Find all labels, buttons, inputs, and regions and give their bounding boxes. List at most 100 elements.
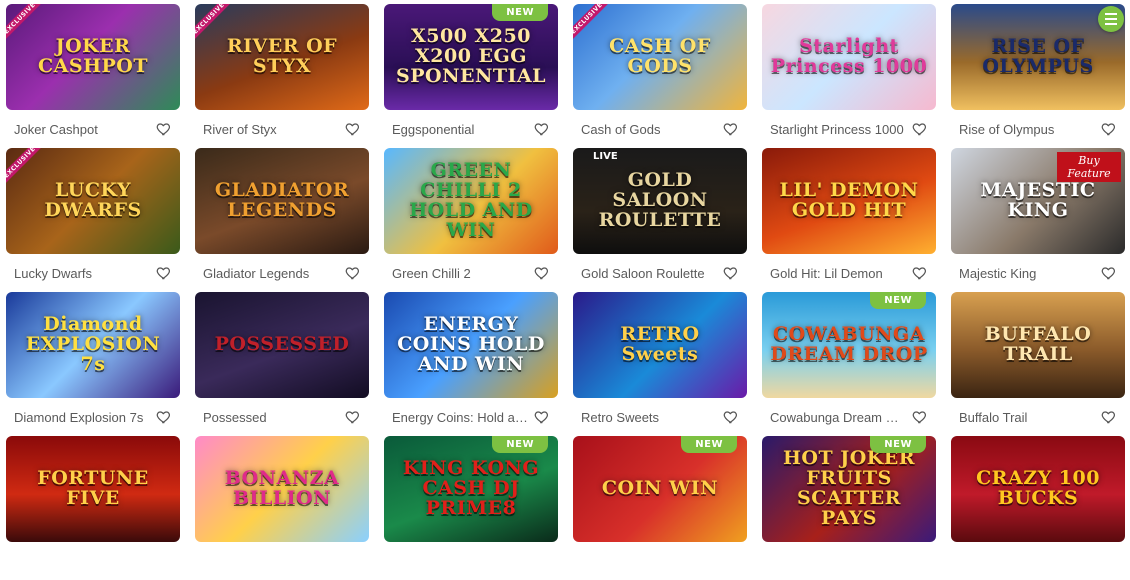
game-title[interactable]: Gold Saloon Roulette: [581, 266, 705, 281]
game-title[interactable]: Diamond Explosion 7s: [14, 410, 143, 425]
game-thumbnail[interactable]: JOKER CASHPOT EXCLUSIVE: [6, 4, 180, 110]
game-thumbnail[interactable]: KING KONG CASH DJ PRIME8 NEW: [384, 436, 558, 542]
game-title[interactable]: Green Chilli 2: [392, 266, 471, 281]
game-title[interactable]: Eggsponential: [392, 122, 474, 137]
favorite-heart-icon[interactable]: [912, 409, 928, 425]
game-title[interactable]: Cowabunga Dream Drop: [770, 410, 908, 425]
favorite-heart-icon[interactable]: [723, 121, 739, 137]
game-thumbnail[interactable]: GLADIATOR LEGENDS: [195, 148, 369, 254]
game-meta: Lucky Dwarfs: [6, 254, 180, 292]
game-card[interactable]: Starlight Princess 1000 Starlight Princes…: [762, 4, 936, 148]
game-logo: RISE OF OLYMPUS: [982, 35, 1094, 77]
game-card[interactable]: COWABUNGA DREAM DROP NEW Cowabunga Dream D…: [762, 292, 936, 436]
game-card[interactable]: CRAZY 100 BUCKS: [951, 436, 1125, 580]
game-card[interactable]: KING KONG CASH DJ PRIME8 NEW: [384, 436, 558, 580]
game-title[interactable]: Energy Coins: Hold and Win: [392, 410, 530, 425]
game-title[interactable]: Majestic King: [959, 266, 1036, 281]
game-card[interactable]: X500 X250 X200 EGG SPONENTIAL NEW Eggspone…: [384, 4, 558, 148]
game-meta: Cowabunga Dream Drop: [762, 398, 936, 436]
game-meta: Diamond Explosion 7s: [6, 398, 180, 436]
game-card[interactable]: MAJESTIC KING Buy Feature Majestic King: [951, 148, 1125, 292]
game-thumbnail[interactable]: RETRO Sweets: [573, 292, 747, 398]
game-title[interactable]: Cash of Gods: [581, 122, 661, 137]
game-thumbnail[interactable]: LIL' DEMON GOLD HIT: [762, 148, 936, 254]
game-card[interactable]: RETRO Sweets Retro Sweets: [573, 292, 747, 436]
game-title[interactable]: Retro Sweets: [581, 410, 659, 425]
game-card[interactable]: HOT JOKER FRUITS SCATTER PAYS NEW: [762, 436, 936, 580]
favorite-heart-icon[interactable]: [345, 121, 361, 137]
game-logo: COIN WIN: [601, 477, 719, 500]
game-art: BUFFALO TRAIL: [951, 292, 1125, 398]
game-thumbnail[interactable]: MAJESTIC KING Buy Feature: [951, 148, 1125, 254]
game-card[interactable]: CASH OF GODS EXCLUSIVE Cash of Gods: [573, 4, 747, 148]
game-title[interactable]: River of Styx: [203, 122, 277, 137]
game-card[interactable]: LUCKY DWARFS EXCLUSIVE Lucky Dwarfs: [6, 148, 180, 292]
game-title[interactable]: Rise of Olympus: [959, 122, 1054, 137]
game-thumbnail[interactable]: Diamond EXPLOSION 7s: [6, 292, 180, 398]
game-card[interactable]: POSSESSED Possessed: [195, 292, 369, 436]
game-grid: JOKER CASHPOT EXCLUSIVE Joker Cashpot RIVER…: [6, 4, 1125, 580]
game-thumbnail[interactable]: COIN WIN NEW: [573, 436, 747, 542]
game-thumbnail[interactable]: HOT JOKER FRUITS SCATTER PAYS NEW: [762, 436, 936, 542]
game-card[interactable]: JOKER CASHPOT EXCLUSIVE Joker Cashpot: [6, 4, 180, 148]
game-title[interactable]: Buffalo Trail: [959, 410, 1027, 425]
game-title[interactable]: Gladiator Legends: [203, 266, 309, 281]
favorite-heart-icon[interactable]: [1101, 409, 1117, 425]
live-tag: LIVE: [593, 151, 618, 162]
game-logo: ENERGY COINS HOLD AND WIN: [397, 313, 545, 375]
menu-button[interactable]: [1098, 6, 1124, 32]
game-title[interactable]: Lucky Dwarfs: [14, 266, 92, 281]
game-card[interactable]: GREEN CHILLI 2 HOLD AND WIN Green Chilli …: [384, 148, 558, 292]
game-title[interactable]: Joker Cashpot: [14, 122, 98, 137]
favorite-heart-icon[interactable]: [345, 265, 361, 281]
game-thumbnail[interactable]: LUCKY DWARFS EXCLUSIVE: [6, 148, 180, 254]
favorite-heart-icon[interactable]: [723, 409, 739, 425]
game-card[interactable]: GOLD SALOON ROULETTE LIVE Gold Saloon Roul…: [573, 148, 747, 292]
game-thumbnail[interactable]: FORTUNE FIVE: [6, 436, 180, 542]
favorite-heart-icon[interactable]: [156, 265, 172, 281]
favorite-heart-icon[interactable]: [1101, 265, 1117, 281]
game-logo: X500 X250 X200 EGG SPONENTIAL: [396, 25, 546, 87]
game-card[interactable]: LIL' DEMON GOLD HIT Gold Hit: Lil Demon: [762, 148, 936, 292]
game-thumbnail[interactable]: CASH OF GODS EXCLUSIVE: [573, 4, 747, 110]
game-title[interactable]: Gold Hit: Lil Demon: [770, 266, 883, 281]
game-logo: MAJESTIC KING: [980, 179, 1096, 221]
favorite-heart-icon[interactable]: [723, 265, 739, 281]
favorite-heart-icon[interactable]: [156, 409, 172, 425]
game-meta: Buffalo Trail: [951, 398, 1125, 436]
game-card[interactable]: BONANZA BILLION: [195, 436, 369, 580]
game-card[interactable]: Diamond EXPLOSION 7s Diamond Explosion 7s: [6, 292, 180, 436]
game-thumbnail[interactable]: ENERGY COINS HOLD AND WIN: [384, 292, 558, 398]
game-art: Starlight Princess 1000: [762, 4, 936, 110]
game-art: BONANZA BILLION: [195, 436, 369, 542]
favorite-heart-icon[interactable]: [345, 409, 361, 425]
game-thumbnail[interactable]: Starlight Princess 1000: [762, 4, 936, 110]
game-title[interactable]: Possessed: [203, 410, 267, 425]
game-card[interactable]: ENERGY COINS HOLD AND WIN Energy Coins: H…: [384, 292, 558, 436]
game-art: JOKER CASHPOT: [6, 4, 180, 110]
game-thumbnail[interactable]: BONANZA BILLION: [195, 436, 369, 542]
game-card[interactable]: COIN WIN NEW: [573, 436, 747, 580]
favorite-heart-icon[interactable]: [534, 265, 550, 281]
game-card[interactable]: GLADIATOR LEGENDS Gladiator Legends: [195, 148, 369, 292]
game-thumbnail[interactable]: GOLD SALOON ROULETTE LIVE: [573, 148, 747, 254]
favorite-heart-icon[interactable]: [156, 121, 172, 137]
game-card[interactable]: BUFFALO TRAIL Buffalo Trail: [951, 292, 1125, 436]
game-card[interactable]: FORTUNE FIVE: [6, 436, 180, 580]
game-thumbnail[interactable]: RIVER OF STYX EXCLUSIVE: [195, 4, 369, 110]
game-logo: CRAZY 100 BUCKS: [976, 467, 1100, 509]
favorite-heart-icon[interactable]: [534, 409, 550, 425]
game-thumbnail[interactable]: POSSESSED: [195, 292, 369, 398]
game-thumbnail[interactable]: BUFFALO TRAIL: [951, 292, 1125, 398]
game-art: LIL' DEMON GOLD HIT: [762, 148, 936, 254]
game-title[interactable]: Starlight Princess 1000: [770, 122, 904, 137]
game-thumbnail[interactable]: X500 X250 X200 EGG SPONENTIAL NEW: [384, 4, 558, 110]
favorite-heart-icon[interactable]: [1101, 121, 1117, 137]
game-thumbnail[interactable]: GREEN CHILLI 2 HOLD AND WIN: [384, 148, 558, 254]
game-thumbnail[interactable]: CRAZY 100 BUCKS: [951, 436, 1125, 542]
favorite-heart-icon[interactable]: [912, 265, 928, 281]
game-card[interactable]: RIVER OF STYX EXCLUSIVE River of Styx: [195, 4, 369, 148]
game-thumbnail[interactable]: COWABUNGA DREAM DROP NEW: [762, 292, 936, 398]
favorite-heart-icon[interactable]: [534, 121, 550, 137]
favorite-heart-icon[interactable]: [912, 121, 928, 137]
